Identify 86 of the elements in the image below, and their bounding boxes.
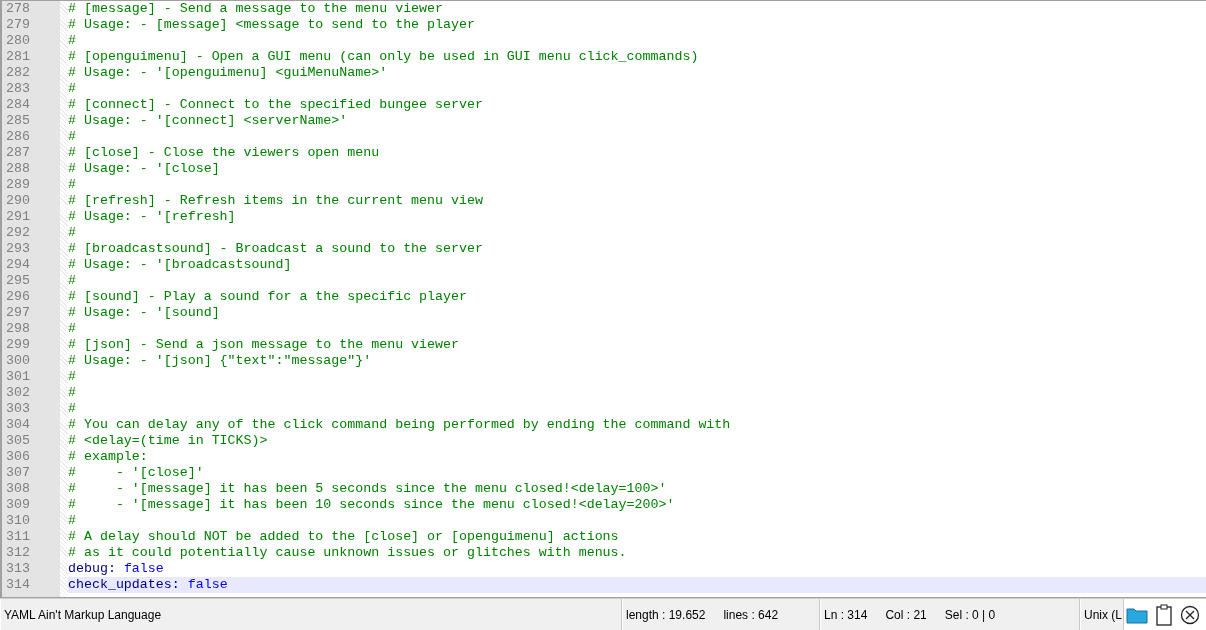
comment-text: # <delay=(time in TICKS)>: [68, 433, 268, 448]
comment-text: # [json] - Send a json message to the menu viewer: [68, 337, 459, 352]
comment-text: # [openguimenu] - Open a GUI menu (can only be used in GUI menu click_commands): [68, 49, 699, 64]
clipboard-icon[interactable]: [1156, 603, 1172, 626]
line-number: 306: [5, 449, 31, 465]
comment-text: # [broadcastsound] - Broadcast a sound to the server: [68, 241, 483, 256]
line-number: 290: [5, 193, 31, 209]
line-number: 311: [5, 529, 31, 545]
line-number: 285: [5, 113, 31, 129]
line-number: 302: [5, 385, 31, 401]
line-number: 310: [5, 513, 31, 529]
folder-icon[interactable]: [1126, 605, 1148, 624]
eol-label: Unix (L: [1084, 607, 1122, 622]
line-number: 295: [5, 273, 31, 289]
line-number: 289: [5, 177, 31, 193]
line-number: 280: [5, 33, 31, 49]
comment-text: # You can delay any of the click command being performed by ending the command with: [68, 417, 731, 432]
comment-text: #: [68, 177, 76, 192]
line-number: 301: [5, 369, 31, 385]
comment-text: # example:: [68, 449, 148, 464]
comment-text: # Usage: - '[openguimenu] <guiMenuName>': [68, 65, 388, 80]
line-label: Ln : 314: [824, 607, 868, 622]
length-label: length : 19.652: [626, 607, 706, 622]
line-number: 308: [5, 481, 31, 497]
yaml-key: check_updates:: [68, 577, 180, 592]
line-number: 304: [5, 417, 31, 433]
line-number: 314: [5, 577, 31, 593]
language-label: YAML Ain't Markup Language: [4, 607, 162, 622]
comment-text: #: [68, 273, 76, 288]
comment-text: # [connect] - Connect to the specified bungee server: [68, 97, 483, 112]
yaml-value: false: [187, 577, 228, 592]
comment-text: # [close] - Close the viewers open menu: [68, 145, 380, 160]
column-label: Col : 21: [885, 607, 927, 622]
comment-text: # Usage: - '[connect] <serverName>': [68, 113, 348, 128]
comment-text: #: [68, 369, 76, 384]
line-number: 297: [5, 305, 31, 321]
comment-text: # A delay should NOT be added to the [close] or [openguimenu] actions: [68, 529, 619, 544]
comment-text: # - '[message] it has been 5 seconds since the menu closed!<delay=100>': [68, 481, 667, 496]
comment-text: # Usage: - '[json] {"text":"message"}': [68, 353, 372, 368]
comment-text: # Usage: - [message] <message to send to the player: [68, 17, 475, 32]
yaml-key: debug:: [68, 561, 116, 576]
comment-text: #: [68, 385, 76, 400]
line-number: 307: [5, 465, 31, 481]
comment-text: #: [68, 225, 76, 240]
line-number: 300: [5, 353, 31, 369]
line-number: 309: [5, 497, 31, 513]
line-number: 294: [5, 257, 31, 273]
line-number: 298: [5, 321, 31, 337]
line-number: 284: [5, 97, 31, 113]
line-number: 312: [5, 545, 31, 561]
line-number: 288: [5, 161, 31, 177]
lines-label: lines : 642: [723, 607, 779, 622]
line-number: 293: [5, 241, 31, 257]
comment-text: # Usage: - '[sound]: [68, 305, 220, 320]
comment-text: #: [68, 81, 76, 96]
line-number: 305: [5, 433, 31, 449]
line-number: 287: [5, 145, 31, 161]
comment-text: # Usage: - '[refresh]: [68, 209, 236, 224]
line-number: 299: [5, 337, 31, 353]
comment-text: # - '[close]': [68, 465, 204, 480]
line-number: 313: [5, 561, 31, 577]
comment-text: # [refresh] - Refresh items in the current menu view: [68, 193, 483, 208]
line-number: 282: [5, 65, 31, 81]
line-number: 281: [5, 49, 31, 65]
comment-text: #: [68, 401, 76, 416]
line-number: 303: [5, 401, 31, 417]
comment-text: # [sound] - Play a sound for a the specific player: [68, 289, 467, 304]
line-number: 292: [5, 225, 31, 241]
line-number: 278: [5, 1, 31, 17]
comment-text: #: [68, 513, 76, 528]
comment-text: #: [68, 321, 76, 336]
comment-text: #: [68, 33, 76, 48]
line-number: 291: [5, 209, 31, 225]
line-number: 296: [5, 289, 31, 305]
comment-text: # Usage: - '[broadcastsound]: [68, 257, 292, 272]
line-number: 279: [5, 17, 31, 33]
comment-text: #: [68, 129, 76, 144]
close-icon[interactable]: [1180, 604, 1200, 625]
selection-label: Sel : 0 | 0: [944, 607, 996, 622]
comment-text: # as it could potentially cause unknown issues or glitches with menus.: [68, 545, 627, 560]
comment-text: # - '[message] it has been 10 seconds since the menu closed!<delay=200>': [68, 497, 675, 512]
comment-text: # Usage: - '[close]: [68, 161, 220, 176]
line-number: 283: [5, 81, 31, 97]
yaml-value: false: [123, 561, 164, 576]
comment-text: # [message] - Send a message to the menu viewer: [68, 1, 444, 16]
line-number: 286: [5, 129, 31, 145]
